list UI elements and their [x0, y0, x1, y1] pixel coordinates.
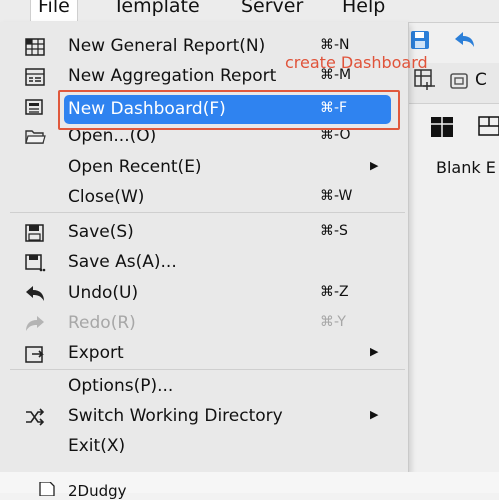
file-list-item-label[interactable]: 2Dudgy [68, 482, 127, 500]
undo-toolbar-icon[interactable] [452, 30, 476, 50]
aggregation-report-icon [25, 68, 45, 86]
annotation-text: create Dashboard [285, 53, 428, 72]
menu-item-save[interactable]: Save(S) ⌘-S [0, 218, 408, 248]
shortcut-label: ⌘-N [320, 37, 350, 53]
dashboard-icon [25, 99, 43, 115]
menu-item-switch-working-directory[interactable]: Switch Working Directory ▶ [0, 402, 408, 432]
submenu-arrow-icon: ▶ [370, 346, 379, 358]
menu-item-export[interactable]: Export ▶ [0, 339, 408, 369]
menu-item-label: Open Recent(E) [68, 157, 202, 177]
menu-separator [10, 369, 405, 370]
submenu-arrow-icon: ▶ [370, 160, 379, 172]
menu-item-close[interactable]: Close(W) ⌘-W [0, 183, 408, 213]
blank-template-label[interactable]: Blank E [436, 158, 496, 177]
menu-item-label: Save(S) [68, 222, 134, 242]
menu-item-undo[interactable]: Undo(U) ⌘-Z [0, 279, 408, 309]
menu-item-label: New Aggregation Report [68, 66, 277, 86]
save-as-icon [25, 254, 46, 272]
file-icon [39, 482, 55, 496]
menu-file[interactable]: File [30, 0, 78, 21]
menu-item-save-as[interactable]: Save As(A)... [0, 248, 408, 278]
menu-item-label: Exit(X) [68, 436, 126, 456]
menu-item-label: Close(W) [68, 187, 145, 207]
save-toolbar-icon[interactable] [410, 30, 430, 50]
menu-help[interactable]: Help [342, 0, 385, 17]
menubar: File Template Server Help [0, 0, 499, 23]
tab-partial-label[interactable]: C [475, 70, 487, 90]
menu-item-label: Redo(R) [68, 313, 136, 333]
menu-item-exit[interactable]: Exit(X) [0, 432, 408, 462]
folder-open-icon [25, 130, 46, 144]
blank-layout-icon[interactable] [477, 115, 499, 137]
shortcut-label: ⌘-Y [320, 314, 346, 330]
annotation-highlight-box [58, 90, 400, 130]
grid-report-icon [25, 38, 45, 56]
shortcut-label: ⌘-Z [320, 284, 349, 300]
menu-item-label: Save As(A)... [68, 252, 177, 272]
menu-separator [10, 212, 405, 213]
dashboard-layout-icon[interactable] [430, 115, 454, 139]
shuffle-icon [26, 408, 45, 426]
menu-item-label: Options(P)... [68, 376, 174, 396]
save-icon [25, 224, 44, 242]
export-icon [25, 346, 44, 363]
menu-template[interactable]: Template [113, 0, 200, 17]
shortcut-label: ⌘-W [320, 188, 353, 204]
menu-item-label: Export [68, 343, 124, 363]
menu-server[interactable]: Server [241, 0, 303, 17]
undo-icon [26, 286, 44, 301]
menu-item-label: Undo(U) [68, 283, 139, 303]
menu-item-label: New General Report(N) [68, 36, 266, 56]
component-icon[interactable] [449, 71, 469, 91]
submenu-arrow-icon: ▶ [370, 409, 379, 421]
shortcut-label: ⌘-S [320, 223, 348, 239]
redo-icon [26, 316, 44, 331]
menu-item-redo: Redo(R) ⌘-Y [0, 309, 408, 339]
menu-item-label: Switch Working Directory [68, 406, 283, 426]
menu-item-options[interactable]: Options(P)... [0, 372, 408, 402]
menu-item-open-recent[interactable]: Open Recent(E) ▶ [0, 153, 408, 183]
